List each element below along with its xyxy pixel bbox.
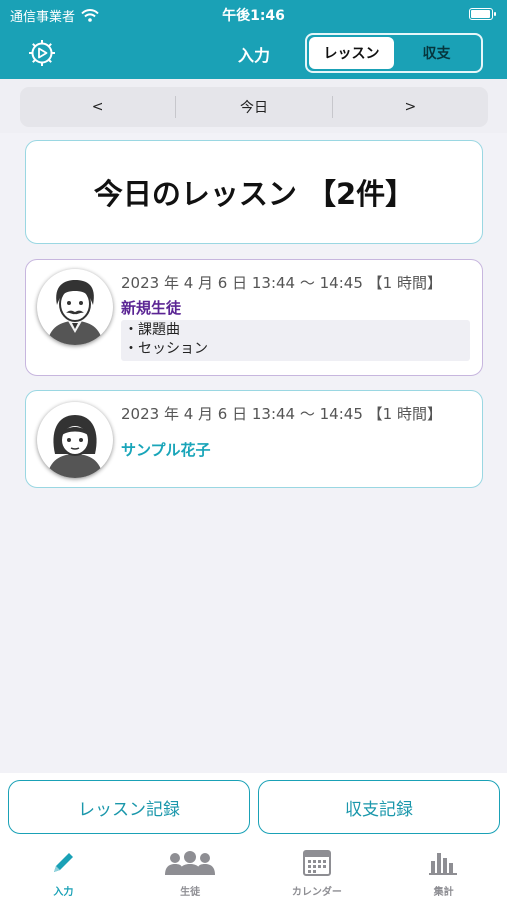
status-bar: 通信事業者 午後1:46 — [0, 0, 507, 28]
topic-item: ・課題曲 — [124, 322, 180, 338]
previous-day-button[interactable]: < — [20, 99, 175, 115]
bar-chart-icon — [428, 853, 457, 875]
nav-title: 入力 — [237, 46, 270, 65]
settings-gear-icon[interactable] — [26, 37, 58, 69]
tab-input[interactable]: 入力 — [0, 843, 127, 900]
tab-label: 集計 — [433, 887, 454, 898]
tab-calendar[interactable]: カレンダー — [254, 843, 381, 900]
mode-segmented-control: レッスン 収支 — [305, 33, 483, 73]
lesson-card[interactable]: 2023 年 4 月 6 日 13:44 〜 14:45 【1 時間】 サンプル… — [25, 390, 483, 488]
lesson-topics: ・課題曲 ・セッション — [121, 320, 470, 361]
student-name: サンプル花子 — [121, 441, 211, 459]
tab-label: カレンダー — [291, 887, 342, 898]
man-with-mustache-avatar — [37, 269, 113, 345]
student-name: 新規生徒 — [121, 299, 182, 317]
date-navigator: < 今日 > — [20, 87, 488, 127]
navigation-bar: 入力 レッスン 収支 — [0, 28, 507, 79]
tab-summary[interactable]: 集計 — [380, 843, 507, 900]
lesson-time: 2023 年 4 月 6 日 13:44 〜 14:45 【1 時間】 — [121, 405, 442, 423]
next-day-button[interactable]: > — [333, 99, 488, 115]
tab-bar: 入力 生徒 カレンダー 集計 — [0, 843, 507, 900]
tab-label: 生徒 — [180, 887, 201, 898]
topic-item: ・セッション — [124, 341, 208, 357]
lesson-card[interactable]: 2023 年 4 月 6 日 13:44 〜 14:45 【1 時間】 新規生徒… — [25, 259, 483, 376]
tab-students[interactable]: 生徒 — [127, 843, 254, 900]
battery-icon — [469, 8, 496, 20]
tab-label: 入力 — [53, 887, 74, 898]
bottom-area: レッスン記録 収支記録 入力 生徒 カレンダー 集計 — [0, 773, 507, 900]
today-button[interactable]: 今日 — [176, 97, 331, 117]
calendar-icon — [302, 850, 331, 876]
pencil-icon — [54, 853, 74, 872]
segment-lesson[interactable]: レッスン — [309, 37, 394, 69]
income-record-button[interactable]: 収支記録 — [258, 780, 500, 834]
segment-income[interactable]: 収支 — [394, 37, 479, 69]
people-icon — [165, 851, 216, 875]
lesson-time: 2023 年 4 月 6 日 13:44 〜 14:45 【1 時間】 — [121, 274, 442, 292]
lesson-record-button[interactable]: レッスン記録 — [8, 780, 250, 834]
status-time: 午後1:46 — [222, 8, 285, 24]
today-lessons-header: 今日のレッスン 【2件】 — [25, 140, 483, 244]
woman-avatar — [37, 402, 113, 478]
